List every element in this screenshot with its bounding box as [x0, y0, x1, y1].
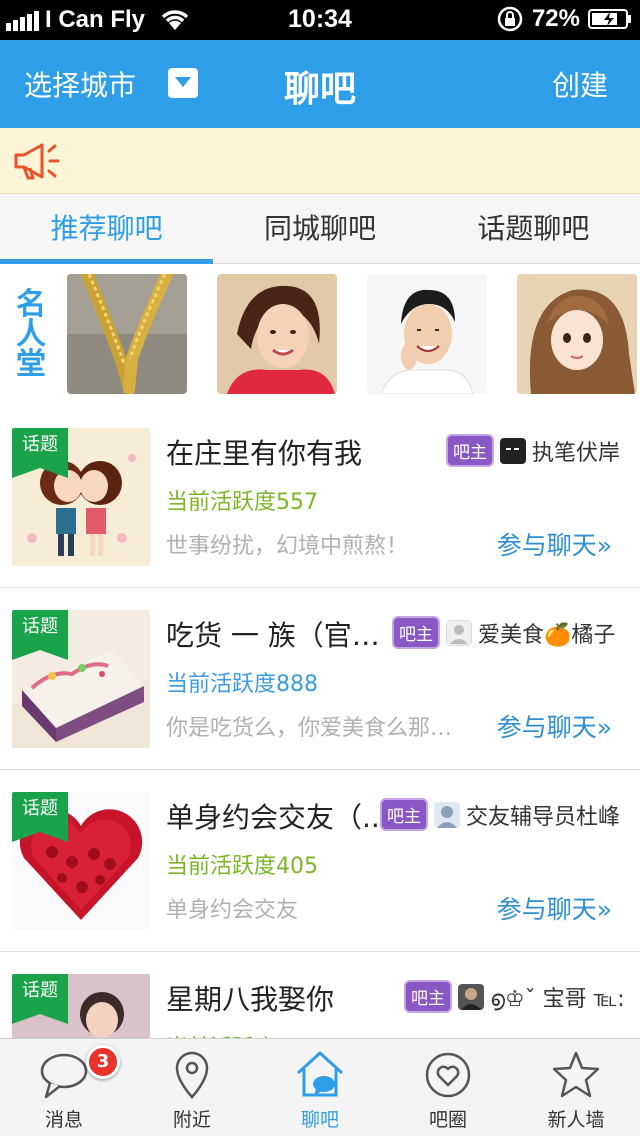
host-name: ൭♔ˇ 宝哥 ℡:	[490, 986, 625, 1012]
status-right: 72%	[496, 5, 632, 33]
room-thumbnail: 话题	[12, 610, 150, 748]
activity-score: 当前活跃度405	[166, 854, 318, 879]
battery-percent: 72%	[531, 5, 580, 32]
hall-of-fame-label: 名人堂	[16, 287, 46, 382]
chat-bubble-icon	[40, 1053, 88, 1099]
chat-room-list: 话题 在庄里有你有我 吧主 执笔伏岸 当前活跃度557 世事纷扰，幻境中煎熬！ …	[0, 406, 640, 1134]
hall-of-fame: 名人堂	[0, 264, 640, 406]
room-title: 星期八我娶你	[166, 983, 335, 1016]
room-host: 吧主 执笔伏岸	[446, 434, 620, 467]
tab-recommended[interactable]: 推荐聊吧	[0, 194, 214, 264]
topic-tag: 话题	[12, 610, 68, 660]
tabbar-item-nearby[interactable]: 附近	[128, 1039, 256, 1136]
room-description: 单身约会交友	[166, 898, 299, 923]
host-avatar	[434, 801, 460, 828]
host-avatar	[458, 983, 484, 1010]
create-button[interactable]: 创建	[552, 64, 608, 104]
notice-bar[interactable]	[0, 128, 640, 194]
host-badge: 吧主	[380, 798, 428, 831]
tabbar-label: 新人墙	[547, 1109, 605, 1131]
megaphone-icon	[14, 143, 60, 180]
heart-circle-icon	[425, 1052, 471, 1098]
tab-topics[interactable]: 话题聊吧	[427, 194, 640, 263]
host-avatar	[446, 619, 472, 646]
host-name: 执笔伏岸	[532, 440, 621, 466]
tabbar-item-chat-bar[interactable]: 聊吧	[256, 1039, 384, 1136]
unread-badge: 3	[86, 1045, 120, 1079]
host-badge: 吧主	[446, 434, 494, 467]
topic-tag: 话题	[12, 792, 68, 842]
room-description: 世事纷扰，幻境中煎熬！	[166, 534, 409, 559]
celebrity-photo-1[interactable]	[67, 274, 187, 394]
tabbar-label: 聊吧	[300, 1109, 339, 1131]
tabbar-item-messages[interactable]: 3 消息	[0, 1039, 128, 1136]
room-description: 你是吃货么，你爱美食么那…	[166, 716, 453, 741]
activity-score: 当前活跃度888	[166, 672, 318, 697]
tabbar-label: 吧圈	[428, 1109, 467, 1131]
room-thumbnail: 话题	[12, 428, 150, 566]
location-pin-icon	[175, 1051, 209, 1099]
room-title: 单身约会交友（..	[166, 801, 380, 834]
list-item[interactable]: 话题 单身约会交友（.. 吧主 交友辅导员杜峰 当前活跃度405 单身约会交友 …	[0, 770, 640, 952]
tabbar-label: 消息	[44, 1109, 83, 1131]
list-item[interactable]: 话题 在庄里有你有我 吧主 执笔伏岸 当前活跃度557 世事纷扰，幻境中煎熬！ …	[0, 406, 640, 588]
host-name: 交友辅导员杜峰	[466, 804, 621, 830]
tabbar-item-circle[interactable]: 吧圈	[384, 1039, 512, 1136]
battery-icon	[588, 9, 631, 29]
home-chat-icon	[296, 1051, 344, 1097]
activity-score: 当前活跃度557	[166, 490, 318, 515]
host-name: 爱美食🍊橘子	[478, 622, 616, 648]
room-title: 在庄里有你有我	[166, 437, 363, 470]
host-badge: 吧主	[404, 980, 452, 1013]
celebrity-photo-4[interactable]	[517, 274, 637, 394]
category-tabs: 推荐聊吧 同城聊吧 话题聊吧	[0, 194, 640, 264]
rotation-lock-icon	[497, 6, 523, 32]
host-badge: 吧主	[392, 616, 440, 649]
star-icon	[552, 1051, 600, 1098]
tab-same-city[interactable]: 同城聊吧	[213, 194, 426, 263]
room-host: 吧主 爱美食🍊橘子	[392, 616, 615, 649]
nav-bar: 选择城市 聊吧 创建	[0, 40, 640, 128]
celebrity-photo-3[interactable]	[367, 274, 487, 394]
list-item[interactable]: 话题 吃货 一 族（官… 吧主 爱美食🍊橘子 当前活跃度888 你是吃货么，你爱…	[0, 588, 640, 770]
join-chat-link[interactable]: 参与聊天»	[497, 708, 612, 744]
status-bar: I Can Fly 10:34 72%	[0, 0, 640, 40]
tabbar-item-newcomers[interactable]: 新人墙	[512, 1039, 640, 1136]
bottom-tab-bar: 3 消息 附近 聊吧 吧圈 新人墙	[0, 1038, 640, 1136]
join-chat-link[interactable]: 参与聊天»	[497, 526, 612, 562]
topic-tag: 话题	[12, 428, 68, 478]
room-thumbnail: 话题	[12, 792, 150, 930]
page-title: 聊吧	[283, 69, 356, 110]
room-title: 吃货 一 族（官…	[166, 619, 380, 652]
host-avatar	[500, 437, 526, 464]
tabbar-label: 附近	[172, 1109, 211, 1131]
room-host: 吧主 ൭♔ˇ 宝哥 ℡:	[404, 980, 625, 1013]
join-chat-link[interactable]: 参与聊天»	[497, 890, 612, 926]
room-host: 吧主 交友辅导员杜峰	[380, 798, 620, 831]
topic-tag: 话题	[12, 974, 68, 1024]
celebrity-photo-2[interactable]	[217, 274, 337, 394]
